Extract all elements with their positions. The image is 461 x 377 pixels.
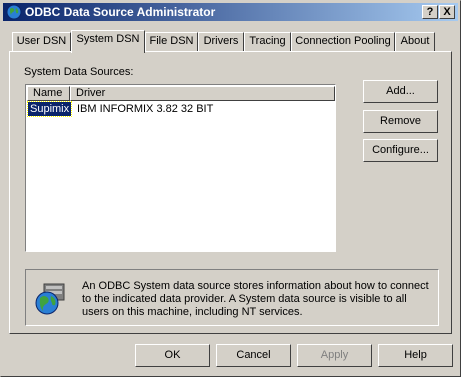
info-text: An ODBC System data source stores inform… [82, 280, 429, 318]
system-data-sources-label: System Data Sources: [24, 66, 134, 78]
remove-button[interactable]: Remove [363, 110, 438, 133]
table-row[interactable]: Supimix IBM INFORMIX 3.82 32 BIT [26, 101, 332, 117]
database-globe-icon [35, 283, 65, 315]
odbc-dialog: ODBC Data Source Administrator ? X User … [0, 0, 461, 377]
tab-user-dsn[interactable]: User DSN [12, 32, 71, 51]
cancel-button[interactable]: Cancel [216, 344, 291, 367]
info-box: An ODBC System data source stores inform… [25, 269, 439, 326]
close-title-button[interactable]: X [439, 5, 455, 19]
tab-tracing[interactable]: Tracing [244, 32, 291, 51]
ok-button[interactable]: OK [135, 344, 210, 367]
apply-button[interactable]: Apply [297, 344, 372, 367]
column-header-driver[interactable]: Driver [70, 86, 335, 101]
help-button[interactable]: Help [378, 344, 453, 367]
tab-file-dsn[interactable]: File DSN [145, 32, 198, 51]
window-title: ODBC Data Source Administrator [25, 5, 216, 19]
data-sources-list[interactable]: Name Driver Supimix IBM INFORMIX 3.82 32… [25, 84, 336, 252]
row-name-cell[interactable]: Supimix [26, 101, 73, 117]
tab-connection-pooling[interactable]: Connection Pooling [291, 32, 395, 51]
tab-drivers[interactable]: Drivers [198, 32, 244, 51]
add-button[interactable]: Add... [363, 80, 438, 103]
titlebar[interactable]: ODBC Data Source Administrator ? X [3, 3, 458, 21]
column-header-name[interactable]: Name [27, 86, 70, 101]
configure-button[interactable]: Configure... [363, 139, 438, 162]
help-title-button[interactable]: ? [422, 5, 438, 19]
globe-icon [6, 4, 22, 20]
tab-system-dsn[interactable]: System DSN [71, 30, 145, 53]
tab-about[interactable]: About [395, 32, 435, 51]
row-driver-cell[interactable]: IBM INFORMIX 3.82 32 BIT [77, 102, 213, 116]
